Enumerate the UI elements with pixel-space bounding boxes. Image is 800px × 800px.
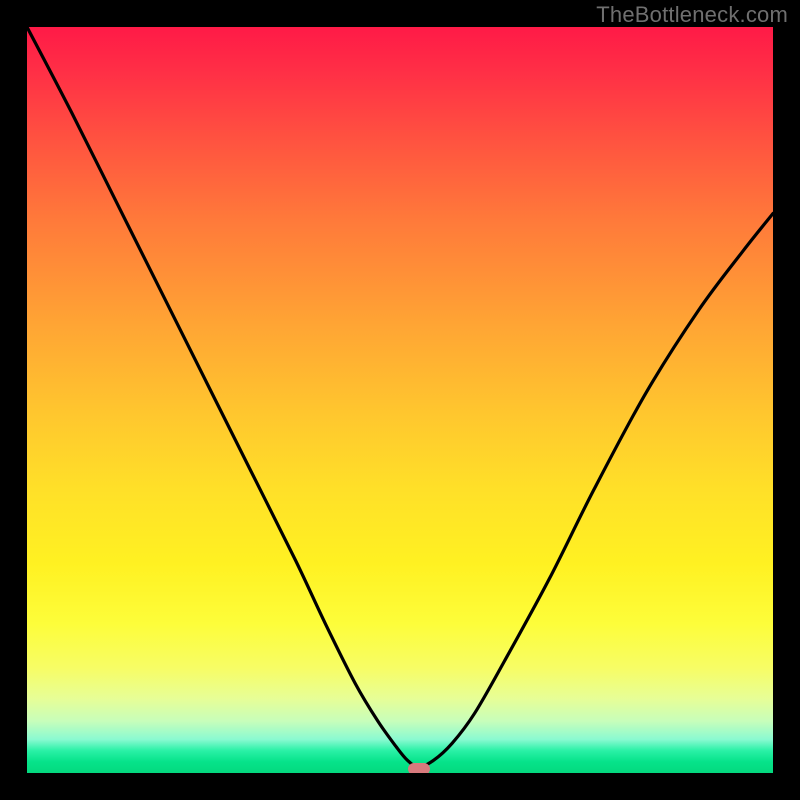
plot-area [27, 27, 773, 773]
bottleneck-curve [27, 27, 773, 773]
optimum-marker [408, 763, 430, 773]
watermark-text: TheBottleneck.com [596, 2, 788, 28]
chart-frame: TheBottleneck.com [0, 0, 800, 800]
